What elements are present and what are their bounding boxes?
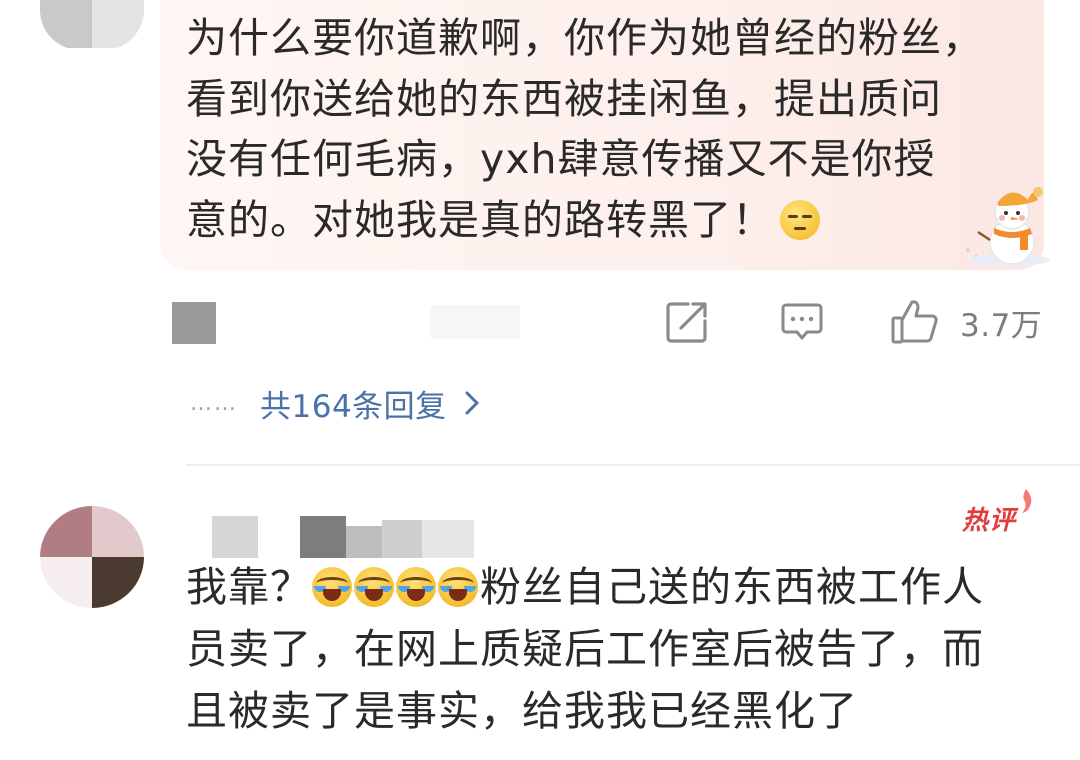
comment-text: 我靠？ 粉丝自己送的东西被工作人 员卖了，在网上质疑后工作室后被告了，而 且被卖了… [186, 556, 1056, 742]
username-pixel [212, 516, 258, 558]
chevron-right-icon [465, 391, 479, 415]
comment-line-text: 意的。对她我是真的路转黑了！ [186, 195, 774, 244]
replies-count-label[interactable]: 共164条回复 [260, 381, 447, 426]
username-pixelated[interactable] [212, 516, 502, 558]
like-button[interactable]: 3.7万 [890, 298, 1042, 346]
username-pixel [346, 526, 382, 558]
comment-line: 为什么要你道歉啊，你作为她曾经的粉丝， [186, 14, 984, 62]
snowman-sticker-icon [966, 187, 1050, 266]
user-info-pixel [172, 302, 216, 344]
comment-line: 看到你送给她的东西被挂闲鱼，提出质问 [186, 74, 942, 123]
view-replies-link[interactable]: …… 共164条回复 [190, 378, 481, 428]
thumbs-up-icon [891, 300, 938, 344]
user-info-blur [430, 305, 520, 339]
avatar[interactable] [40, 506, 144, 608]
avatar-pixel [40, 0, 92, 48]
username-pixel [382, 520, 422, 558]
avatar-pixel [40, 557, 92, 608]
like-count: 3.7万 [960, 307, 1043, 344]
crying-laughing-emoji-icon [396, 567, 436, 607]
comment-line: 我靠？ 粉丝自己送的东西被工作人 [186, 556, 1056, 618]
crying-laughing-emoji-icon [354, 567, 394, 607]
smirk-emoji-icon [780, 199, 820, 240]
share-icon [666, 302, 707, 343]
comment-text: 为什么要你道歉啊，你作为她曾经的粉丝， 看到你送给她的东西被挂闲鱼，提出质问 没… [186, 8, 1036, 250]
share-button[interactable] [664, 298, 710, 346]
crying-laughing-emoji-icon [438, 567, 478, 607]
avatar-pixel [92, 557, 144, 608]
comment-line: 员卖了，在网上质疑后工作室后被告了，而 [186, 625, 984, 673]
comment-text-start: 我靠？ [186, 563, 312, 611]
comment-divider [186, 464, 1080, 466]
avatar-pixel [92, 506, 144, 557]
avatar-pixel [40, 506, 92, 557]
comment-line: 意的。对她我是真的路转黑了！ [186, 190, 1036, 251]
replies-dots: …… [190, 390, 238, 416]
comment-line: 且被卖了是事实，给我我已经黑化了 [186, 687, 858, 735]
crying-laughing-emoji-icon [312, 567, 352, 607]
comment-icon [781, 303, 823, 340]
avatar-pixel [92, 0, 144, 48]
avatar[interactable] [40, 0, 144, 50]
username-pixel [422, 520, 474, 558]
hot-comment-badge: 热评 [962, 506, 1017, 536]
comment-text-rest: 粉丝自己送的东西被工作人 [480, 563, 984, 611]
username-pixel [300, 516, 346, 558]
flame-icon [1022, 489, 1032, 513]
comment-line: 没有任何毛病，yxh肆意传播又不是你授 [186, 135, 936, 183]
comment-button[interactable] [780, 298, 824, 346]
